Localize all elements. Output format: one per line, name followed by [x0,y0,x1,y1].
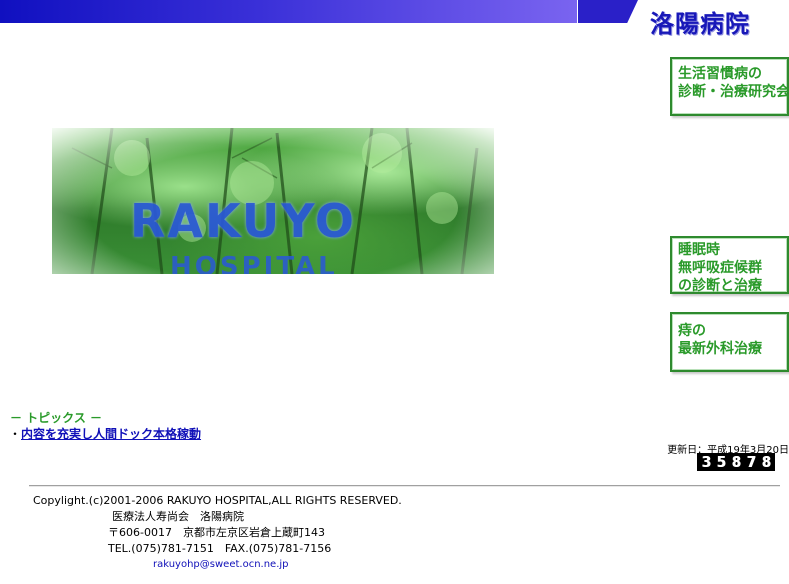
counter-digit: 5 [714,454,728,470]
hero-subtitle: HOSPITAL [170,252,338,274]
hospital-logo[interactable]: 洛陽病院 [650,4,750,39]
banner-line: の診断と治療 [678,278,762,294]
topic-link-human-dock[interactable]: 内容を充実し人間ドック本格稼動 [21,427,201,441]
hero-title: RAKUYO [130,194,356,248]
copyright: Copylight.(c)2001-2006 RAKUYO HOSPITAL,A… [33,494,402,507]
counter-digit: 8 [729,454,743,470]
organization-name: 医療法人寿尚会 洛陽病院 [112,510,244,523]
email: rakuyohp@sweet.ocn.ne.jp [153,557,289,573]
banner-line: 睡眠時 [678,242,720,258]
footer-divider [29,485,780,487]
banner-line: 生活習慣病の [678,66,762,82]
banner-lifestyle-disease[interactable]: 生活習慣病の 診断・治療研究会 [670,57,789,116]
counter-digit: 3 [699,454,713,470]
forest-hero-image: RAKUYO HOSPITAL [52,128,494,274]
banner-hemorrhoid-surgery[interactable]: 痔の 最新外科治療 [670,312,789,372]
topic-item: ・内容を充実し人間ドック本格稼動 [9,425,201,442]
address: 〒606-0017 京都市左京区岩倉上蔵町143 [108,526,325,539]
phone-fax: TEL.(075)781-7151 FAX.(075)781-7156 [108,542,332,555]
email-link[interactable]: rakuyohp@sweet.ocn.ne.jp [153,559,289,570]
bullet: ・ [9,427,22,441]
header-bar [0,0,577,23]
visitor-counter: 3 5 8 7 8 [697,453,775,471]
header-bar-tail [578,0,638,23]
banner-line: 痔の [678,323,706,339]
banner-sleep-apnea[interactable]: 睡眠時 無呼吸症候群 の診断と治療 [670,236,789,294]
banner-line: 診断・治療研究会 [678,84,789,100]
counter-digit: 7 [744,454,758,470]
counter-digit: 8 [759,454,773,470]
banner-line: 無呼吸症候群 [678,260,762,276]
banner-line: 最新外科治療 [678,341,762,357]
topics-heading: － トピックス － [10,411,102,425]
